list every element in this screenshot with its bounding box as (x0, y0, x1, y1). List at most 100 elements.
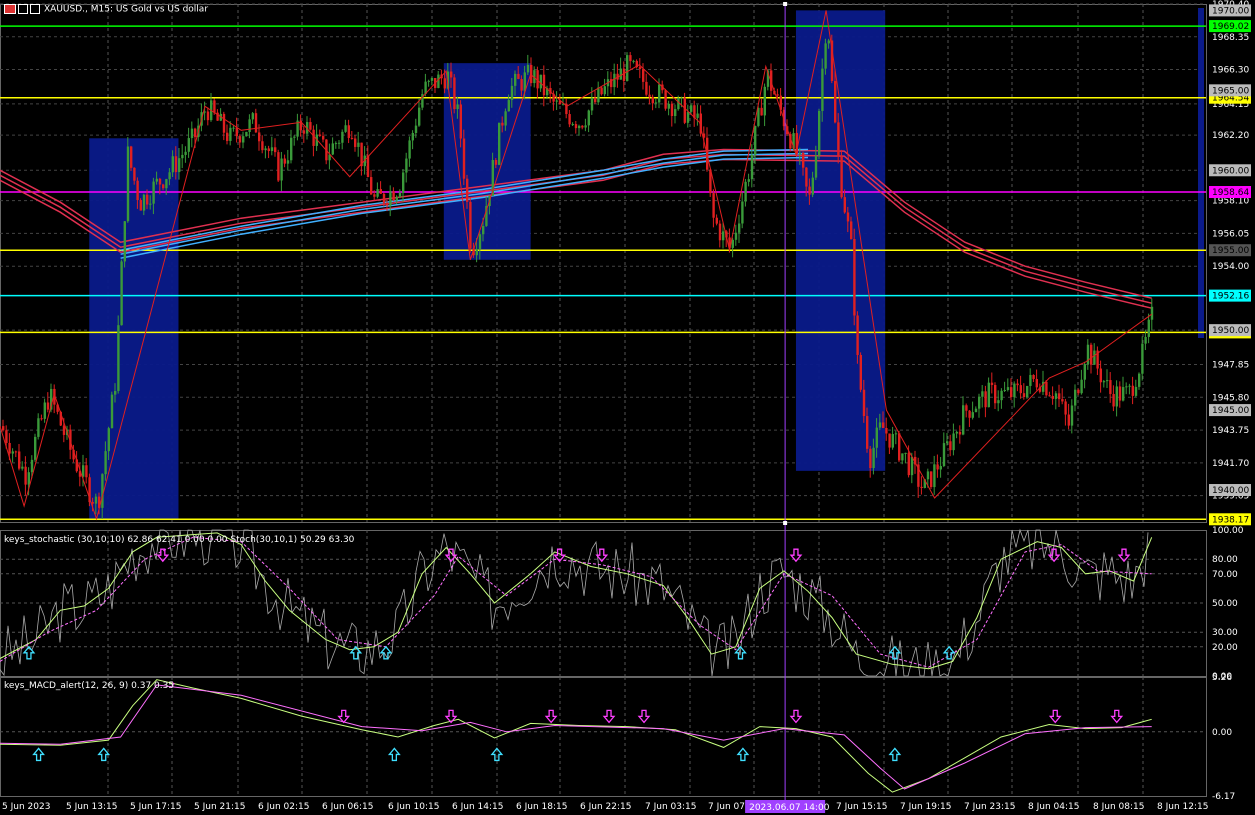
round-level-label: 1945.00 (1212, 406, 1249, 416)
round-level-label: 1960.00 (1212, 166, 1249, 176)
chart-type-icon[interactable] (18, 4, 28, 14)
macd-tick-label: -6.17 (1212, 792, 1235, 802)
candle-body (120, 261, 123, 326)
candle-body (232, 127, 235, 129)
candle-body (814, 155, 818, 178)
candle-body (21, 466, 24, 469)
time-axis-label: 6 Jun 02:15 (258, 802, 309, 812)
candle-body (1048, 395, 1051, 397)
candle-body (1138, 373, 1141, 387)
candle-body (539, 74, 542, 89)
sell-arrow-icon (1110, 709, 1124, 724)
candle-body (354, 138, 357, 147)
time-axis-label: 5 Jun 21:15 (194, 802, 245, 812)
candle-body (811, 177, 814, 195)
candle-body (715, 217, 718, 224)
candle-body (309, 122, 312, 130)
candle-body (952, 433, 955, 451)
candle-body (264, 148, 267, 151)
supply-demand-zone (443, 63, 531, 260)
candle-body (162, 184, 165, 189)
candle-body (514, 73, 517, 86)
candle-body (885, 427, 888, 434)
candle-body (622, 68, 626, 81)
candle-body (648, 94, 651, 97)
candle-body (994, 385, 997, 404)
candle-body (837, 122, 840, 157)
candle-body (1054, 393, 1058, 399)
candle-body (587, 110, 590, 126)
candle-body (443, 78, 446, 89)
candle-body (1112, 393, 1115, 407)
candle-body (946, 441, 949, 444)
candle-body (280, 158, 283, 181)
chart-menu-icon[interactable] (4, 4, 16, 14)
candle-body (152, 181, 155, 204)
candle-body (526, 64, 530, 73)
candle-body (997, 400, 1000, 404)
stoch-tick-label: 50.00 (1212, 599, 1238, 609)
candle-body (901, 453, 904, 461)
candle-body (222, 113, 226, 133)
chart-window: 1970.401968.351966.301964.151962.201960.… (0, 0, 1255, 815)
candle-body (382, 193, 386, 203)
candle-body (1070, 405, 1074, 426)
price-tick-label: 1943.75 (1212, 426, 1249, 436)
candle-body (898, 433, 901, 461)
candle-body (1093, 350, 1096, 365)
chart-canvas[interactable]: 1970.401968.351966.301964.151962.201960.… (0, 0, 1255, 815)
candle-body (392, 191, 395, 201)
candle-body (990, 382, 994, 386)
candle-body (5, 430, 8, 443)
candle-body (686, 111, 690, 123)
candle-body (171, 156, 174, 173)
candle-body (254, 113, 258, 133)
candle-body (30, 459, 34, 473)
candle-body (741, 201, 744, 224)
time-axis-label: 6 Jun 06:15 (322, 802, 373, 812)
pane-border-0 (0, 4, 1207, 523)
candle-body (418, 107, 421, 126)
candle-body (1122, 387, 1125, 401)
candle-body (866, 416, 869, 449)
candle-body (645, 81, 648, 95)
candle-body (942, 443, 946, 467)
price-tick-label: 1954.00 (1212, 262, 1249, 272)
candle-body (270, 147, 274, 152)
candle-body (763, 86, 766, 116)
price-tick-label: 1958.10 (1212, 197, 1249, 207)
candle-body (517, 73, 520, 80)
candle-body (482, 225, 485, 235)
candle-body (139, 200, 142, 211)
price-tick-label: 1968.35 (1212, 33, 1249, 43)
candle-body (1019, 385, 1022, 394)
buy-arrow-icon (97, 747, 111, 762)
round-level-label: 1940.00 (1212, 486, 1249, 496)
candle-body (632, 60, 635, 62)
candle-body (226, 132, 229, 141)
candle-body (853, 238, 856, 316)
candle-body (1006, 387, 1010, 390)
candle-body (456, 104, 459, 110)
candle-body (357, 142, 360, 147)
candle-body (974, 408, 978, 413)
candle-body (626, 55, 629, 81)
candle-body (862, 389, 866, 417)
time-axis-label: 5 Jun 2023 (2, 802, 50, 812)
candle-body (504, 111, 507, 126)
sell-arrow-icon (544, 709, 558, 724)
candle-body (178, 158, 181, 173)
chart-timeframe-icon[interactable] (30, 4, 40, 14)
price-level-label: 1958.64 (1212, 188, 1249, 198)
candle-body (808, 186, 811, 195)
candle-body (174, 156, 178, 173)
candle-body (213, 100, 216, 113)
candle-body (1003, 389, 1006, 391)
candle-body (968, 410, 971, 418)
candle-body (750, 154, 754, 180)
candle-body (907, 452, 910, 476)
candle-body (347, 125, 350, 138)
candle-body (344, 125, 347, 132)
candle-body (85, 465, 88, 478)
candle-body (722, 231, 725, 241)
